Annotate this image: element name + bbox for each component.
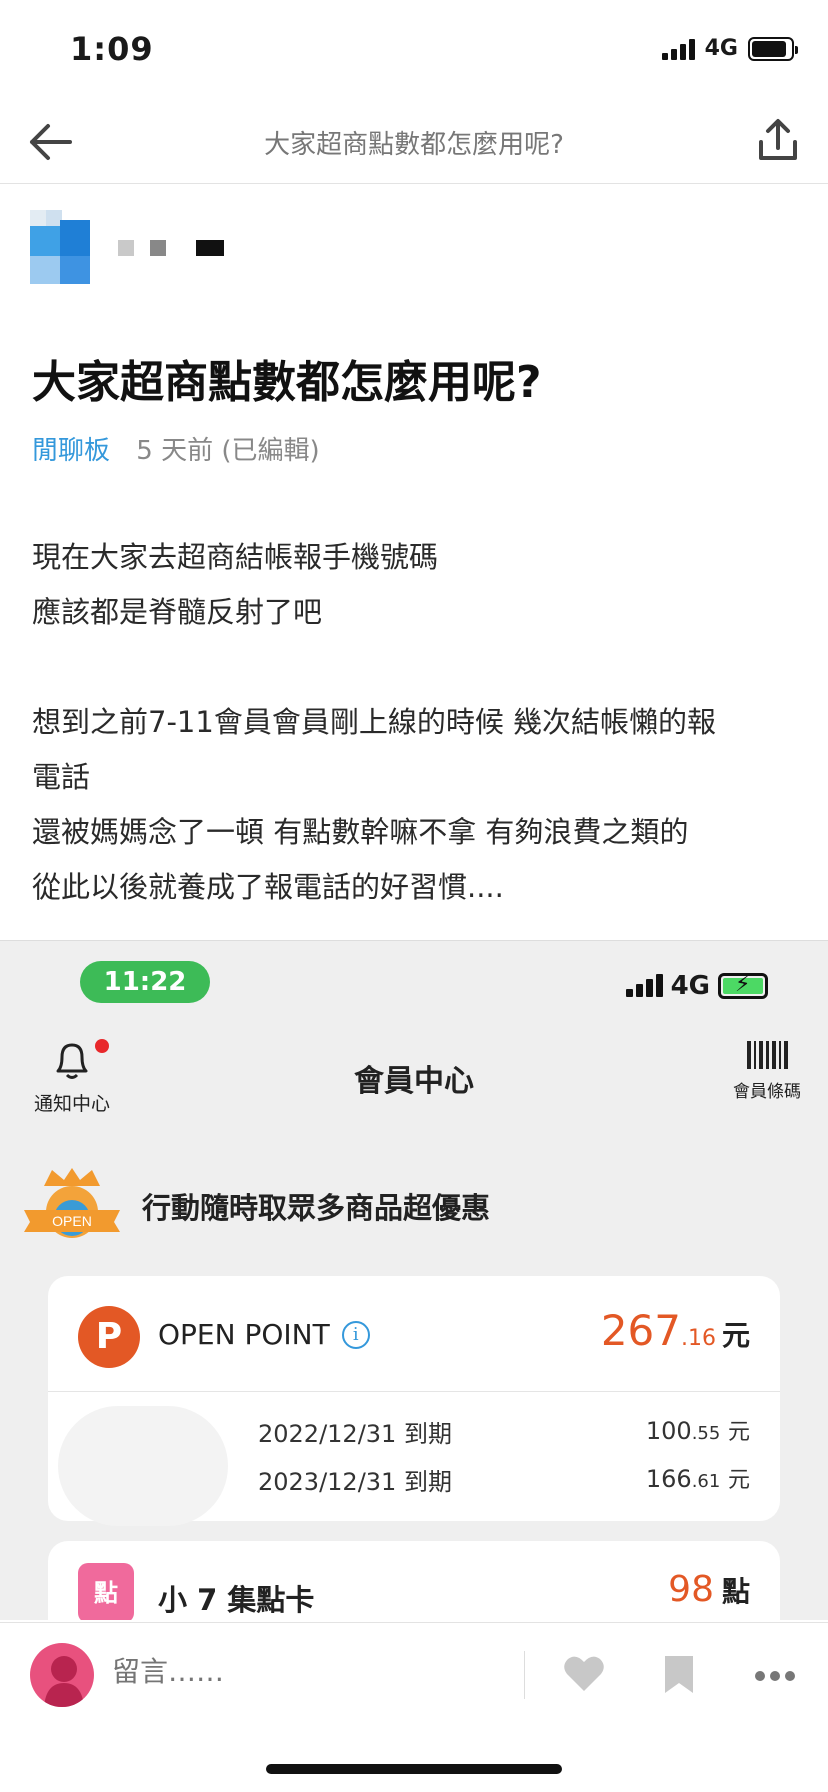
status-indicators: 4G <box>661 36 798 61</box>
body-line: 想到之前7-11會員會員剛上線的時候 幾次結帳懶的報 <box>32 705 717 739</box>
bottom-divider <box>524 1651 525 1699</box>
image-network-label: 4G <box>670 971 710 1001</box>
body-line: 電話 <box>32 760 91 794</box>
share-icon <box>759 119 797 160</box>
image-battery-icon: ⚡ <box>718 972 768 999</box>
card-divider <box>48 1391 780 1392</box>
post-time: 5 天前 (已編輯) <box>136 436 320 466</box>
image-signal-icon <box>625 974 663 997</box>
more-button[interactable] <box>754 1667 796 1686</box>
more-icon <box>755 1671 795 1681</box>
svg-text:OPEN: OPEN <box>52 1213 92 1229</box>
open-badge-icon: OPEN <box>22 1166 122 1246</box>
post-title: 大家超商點數都怎麼用呢? <box>32 357 542 408</box>
bottom-bar <box>0 1622 828 1726</box>
board-link[interactable]: 閒聊板 <box>32 436 110 466</box>
bookmark-button[interactable] <box>662 1653 696 1699</box>
info-icon: i <box>341 1320 370 1349</box>
barcode-label: 會員條碼 <box>733 1082 801 1102</box>
body-line: 從此以後就養成了報電話的好習慣.... <box>32 870 504 904</box>
user-avatar[interactable] <box>30 1643 94 1707</box>
author-name <box>118 240 258 256</box>
image-member-barcode: 會員條碼 <box>722 1041 812 1102</box>
author-avatar[interactable] <box>30 210 90 284</box>
image-promo: OPEN 行動隨時取眾多商品超優惠 <box>22 1166 490 1246</box>
signal-icon <box>661 38 695 60</box>
watermark-logo <box>58 1406 228 1526</box>
home-indicator[interactable] <box>266 1764 562 1774</box>
notification-dot <box>95 1039 109 1053</box>
user-avatar-icon <box>44 1656 84 1707</box>
post-meta: 閒聊板 5 天前 (已編輯) <box>32 430 320 467</box>
image-stamp-card: 點 小 7 集點卡 98 點 <box>48 1541 780 1620</box>
image-points-card: P OPEN POINT i 267 .16 元 2022/12/31 到期 1… <box>48 1276 780 1526</box>
like-button[interactable] <box>562 1653 606 1697</box>
body-line: 現在大家去超商結帳報手機號碼 <box>32 540 439 574</box>
open-point-logo: P <box>78 1306 140 1368</box>
stamp-card-icon: 點 <box>78 1563 134 1620</box>
points-name: OPEN POINT i <box>158 1318 370 1351</box>
image-status-time: 11:22 <box>80 961 210 1003</box>
stamp-card-name: 小 7 集點卡 <box>158 1583 315 1617</box>
bookmark-icon <box>665 1656 693 1693</box>
nav-title: 大家超商點數都怎麼用呢? <box>264 130 564 160</box>
battery-icon <box>748 36 798 61</box>
expiry-row: 2022/12/31 到期 100.55 元 <box>258 1417 750 1448</box>
image-title: 會員中心 <box>354 1064 474 1099</box>
body-line <box>32 640 802 695</box>
post-body: 現在大家去超商結帳報手機號碼 應該都是脊髓反射了吧 想到之前7-11會員會員剛上… <box>32 530 802 915</box>
comment-input[interactable] <box>112 1655 492 1688</box>
post-image[interactable]: 11:22 4G ⚡ 通知中心 會員中心 會員條碼 OPEN 行動隨時取眾多商品… <box>0 940 828 1620</box>
image-status-indicators: 4G ⚡ <box>625 971 768 1001</box>
network-label: 4G <box>704 36 738 61</box>
status-time: 1:09 <box>70 30 154 68</box>
body-line: 應該都是脊髓反射了吧 <box>32 595 323 629</box>
author-info[interactable] <box>30 210 430 286</box>
body-line: 還被媽媽念了一頓 有點數幹嘛不拿 有夠浪費之類的 <box>32 815 689 849</box>
share-button[interactable] <box>756 116 800 164</box>
points-total: 267 .16 元 <box>600 1306 750 1355</box>
heart-icon <box>564 1656 604 1691</box>
promo-text: 行動隨時取眾多商品超優惠 <box>142 1191 491 1225</box>
status-bar: 1:09 4G <box>0 0 828 100</box>
expiry-row: 2023/12/31 到期 166.61 元 <box>258 1465 750 1496</box>
stamp-card-value: 98 點 <box>668 1569 750 1610</box>
barcode-icon <box>722 1041 812 1069</box>
nav-bar: 大家超商點數都怎麼用呢? <box>0 100 828 184</box>
